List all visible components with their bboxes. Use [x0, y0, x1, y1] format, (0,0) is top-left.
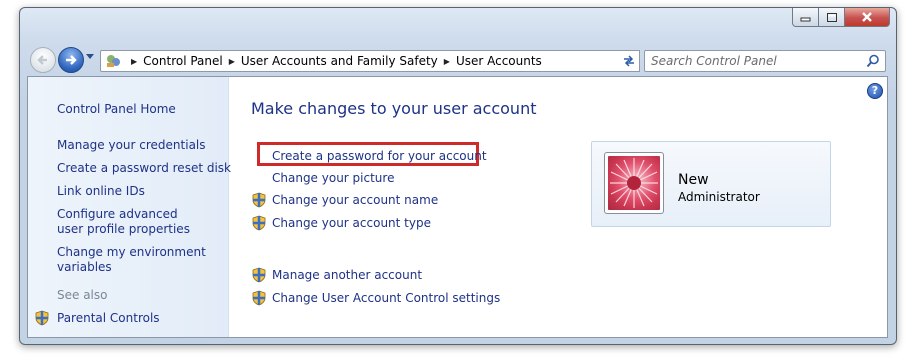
- forward-arrow-icon: [66, 55, 77, 65]
- uac-shield-icon: [252, 192, 266, 208]
- task-create-password[interactable]: Create a password for your account: [272, 149, 487, 163]
- close-button[interactable]: [845, 8, 890, 27]
- uac-shield-icon: [252, 215, 266, 231]
- address-bar[interactable]: ▶ Control Panel ▶ User Accounts and Fami…: [100, 50, 638, 72]
- sidebar-item-advanced-profile[interactable]: Configure advanced user profile properti…: [57, 207, 207, 237]
- breadcrumb-separator-icon: ▶: [228, 56, 235, 66]
- avatar-picture: [608, 156, 660, 210]
- content-area: Control Panel Home Manage your credentia…: [27, 76, 888, 338]
- task-uac-settings[interactable]: Change User Account Control settings: [272, 291, 500, 305]
- page-title: Make changes to your user account: [251, 99, 537, 118]
- window-caption-buttons: [792, 8, 890, 28]
- breadcrumb-control-panel[interactable]: Control Panel: [143, 54, 223, 68]
- user-account-card: New Administrator: [591, 141, 831, 227]
- sidebar-item-manage-credentials[interactable]: Manage your credentials: [57, 138, 206, 153]
- task-change-picture[interactable]: Change your picture: [272, 171, 394, 185]
- control-panel-icon: [107, 55, 120, 67]
- sidebar-item-parental-controls[interactable]: Parental Controls: [57, 311, 160, 326]
- search-input[interactable]: [651, 53, 851, 69]
- breadcrumb-separator-icon: ▶: [443, 56, 450, 66]
- breadcrumb-separator-icon: ▶: [131, 56, 138, 66]
- minimize-icon: [800, 17, 810, 22]
- task-change-account-name[interactable]: Change your account name: [272, 193, 438, 207]
- search-icon[interactable]: [866, 54, 880, 68]
- user-role: Administrator: [678, 190, 760, 204]
- control-panel-window: ▶ Control Panel ▶ User Accounts and Fami…: [19, 7, 897, 345]
- maximize-icon: [826, 12, 837, 22]
- maximize-button[interactable]: [819, 8, 845, 27]
- task-manage-another-account[interactable]: Manage another account: [272, 268, 422, 282]
- sidebar-item-control-panel-home[interactable]: Control Panel Home: [57, 102, 176, 117]
- breadcrumb-user-accounts-family-safety[interactable]: User Accounts and Family Safety: [241, 54, 438, 68]
- uac-shield-icon: [252, 267, 266, 283]
- avatar[interactable]: [604, 152, 664, 214]
- starburst-picture-icon: [610, 158, 658, 208]
- see-also-label: See also: [57, 288, 108, 302]
- refresh-icon: [623, 55, 634, 67]
- back-button[interactable]: [30, 47, 56, 73]
- sidebar-item-password-reset-disk[interactable]: Create a password reset disk: [57, 161, 231, 176]
- help-icon[interactable]: ?: [867, 83, 883, 99]
- parental-controls-icon: [35, 310, 49, 326]
- main-panel: ? Make changes to your user account Crea…: [229, 77, 887, 337]
- forward-button[interactable]: [58, 47, 84, 73]
- refresh-button[interactable]: [618, 50, 640, 72]
- breadcrumb-user-accounts[interactable]: User Accounts: [456, 54, 542, 68]
- search-box: [644, 50, 886, 72]
- user-name: New: [678, 172, 709, 188]
- chevron-down-icon[interactable]: [86, 54, 95, 60]
- sidebar-item-link-online-ids[interactable]: Link online IDs: [57, 184, 145, 199]
- sidebar-item-environment-variables[interactable]: Change my environment variables: [57, 245, 207, 275]
- back-arrow-icon: [37, 55, 47, 65]
- sidebar: Control Panel Home Manage your credentia…: [28, 77, 231, 337]
- uac-shield-icon: [252, 290, 266, 306]
- task-change-account-type[interactable]: Change your account type: [272, 216, 431, 230]
- minimize-button[interactable]: [792, 8, 819, 27]
- close-icon: [862, 12, 872, 22]
